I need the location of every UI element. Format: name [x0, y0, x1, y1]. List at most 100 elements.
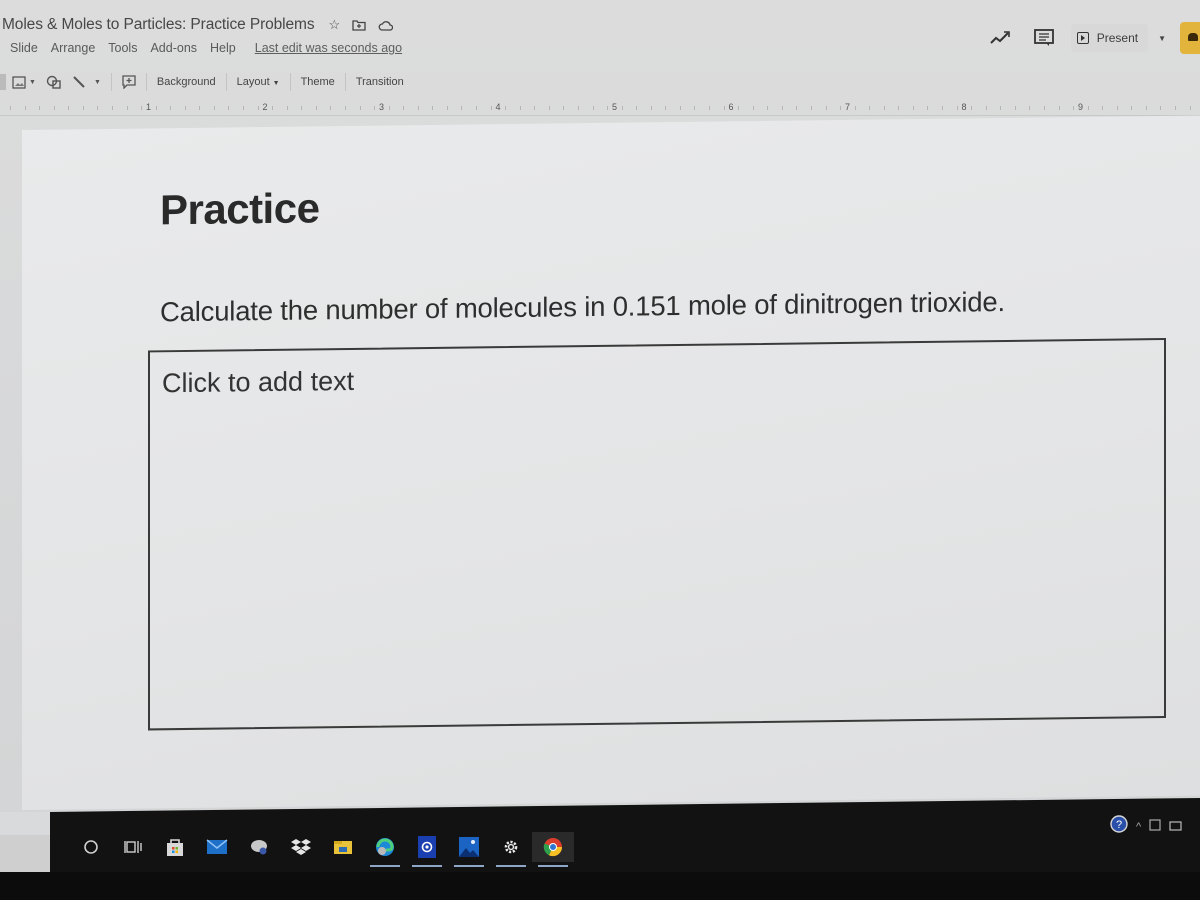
ruler-tick — [592, 106, 594, 110]
present-dropdown-icon[interactable]: ▼ — [1158, 34, 1166, 43]
ruler-number: 7 — [845, 102, 851, 112]
image-dropdown-icon[interactable]: ▼ — [29, 79, 36, 86]
app-icon[interactable] — [238, 832, 280, 862]
menu-help[interactable]: Help — [210, 41, 236, 55]
ruler-number: 4 — [495, 102, 501, 112]
ruler-number: 5 — [612, 102, 618, 112]
header-actions: Present ▼ — [989, 22, 1200, 54]
settings-gear-icon[interactable] — [490, 832, 532, 867]
microsoft-store-icon[interactable] — [154, 832, 196, 862]
ruler-tick — [956, 106, 958, 110]
ruler-tick — [82, 106, 84, 110]
edge-icon[interactable] — [364, 832, 406, 867]
toolbar-separator — [145, 73, 147, 91]
line-dropdown-icon[interactable]: ▼ — [94, 79, 101, 86]
toolbar-separator — [344, 73, 346, 91]
toolbar: ▼ ▼ Background Layout ▼ Theme Transition — [0, 70, 404, 94]
ruler-tick — [1131, 106, 1133, 110]
ruler-tick — [68, 106, 70, 110]
svg-text:?: ? — [1116, 819, 1122, 831]
help-icon[interactable]: ? — [1110, 815, 1128, 838]
present-label: Present — [1096, 31, 1139, 45]
ruler-tick — [141, 106, 143, 110]
photos-icon[interactable] — [448, 832, 490, 867]
ruler-tick — [825, 106, 827, 110]
ruler-tick — [374, 106, 376, 110]
ruler-tick — [446, 106, 448, 110]
ruler-tick — [650, 106, 652, 110]
ruler-tick — [854, 106, 856, 110]
present-button[interactable]: Present — [1070, 24, 1149, 52]
toolbar-separator — [289, 73, 291, 91]
ruler-tick — [461, 106, 463, 110]
comments-icon[interactable] — [1033, 28, 1055, 48]
background-button[interactable]: Background — [157, 76, 216, 88]
ruler-tick — [1116, 106, 1118, 110]
ruler-tick — [898, 106, 900, 110]
ruler-tick — [883, 106, 885, 110]
ruler-tick — [723, 106, 725, 110]
ruler-tick — [403, 106, 405, 110]
menu-slide[interactable]: Slide — [10, 41, 38, 55]
ruler-tick — [359, 106, 361, 110]
last-edit-link[interactable]: Last edit was seconds ago — [255, 41, 402, 55]
line-icon[interactable] — [72, 75, 86, 89]
file-explorer-icon[interactable] — [322, 832, 364, 862]
show-hidden-icons-chevron[interactable]: ^ — [1136, 821, 1141, 833]
menu-tools[interactable]: Tools — [108, 41, 137, 55]
layout-button[interactable]: Layout ▼ — [237, 76, 280, 88]
dropbox-icon[interactable] — [280, 832, 322, 862]
ruler-tick — [301, 106, 303, 110]
ruler-tick — [636, 106, 638, 110]
menu-add-ons[interactable]: Add-ons — [150, 41, 197, 55]
ruler-number: 9 — [1078, 102, 1084, 112]
slide-title[interactable]: Practice — [160, 184, 319, 234]
cortana-circle-icon[interactable] — [70, 832, 112, 862]
chrome-icon[interactable] — [532, 832, 574, 867]
battery-icon[interactable] — [1169, 818, 1183, 836]
theme-button[interactable]: Theme — [301, 76, 335, 88]
comment-add-icon[interactable] — [122, 75, 136, 89]
transition-button[interactable]: Transition — [356, 76, 404, 88]
menu-arrange[interactable]: Arrange — [51, 41, 95, 55]
toolbar-left-edge — [0, 74, 6, 90]
ruler-tick — [1073, 106, 1075, 110]
activity-dashboard-icon[interactable] — [989, 29, 1011, 47]
tray-app-icon[interactable] — [1149, 818, 1161, 836]
ruler-tick — [927, 106, 929, 110]
ruler-tick — [111, 106, 113, 110]
document-title[interactable]: Moles & Moles to Particles: Practice Pro… — [2, 16, 315, 34]
answer-text-box[interactable]: Click to add text — [148, 338, 1166, 731]
answer-placeholder: Click to add text — [162, 365, 355, 399]
question-text[interactable]: Calculate the number of molecules in 0.1… — [160, 286, 1005, 328]
ruler-tick — [577, 106, 579, 110]
mail-icon[interactable] — [196, 832, 238, 862]
share-button[interactable] — [1180, 22, 1200, 54]
ruler-tick — [971, 106, 973, 110]
horizontal-ruler[interactable]: 1 2 3 4 5 6 7 8 9 — [0, 100, 1200, 116]
star-icon[interactable]: ☆ — [329, 17, 341, 33]
image-icon[interactable] — [12, 75, 26, 89]
ruler-tick — [432, 106, 434, 110]
camera-icon[interactable] — [406, 832, 448, 867]
ruler-tick — [97, 106, 99, 110]
ruler-tick — [694, 106, 696, 110]
ruler-tick — [1102, 106, 1104, 110]
ruler-tick — [1043, 106, 1045, 110]
ruler-tick — [607, 106, 609, 110]
ruler-tick — [243, 106, 244, 110]
ruler-number: 3 — [379, 102, 385, 112]
ruler-tick — [942, 106, 943, 110]
ruler-number: 8 — [961, 102, 967, 112]
ruler-tick — [213, 106, 215, 110]
ruler-tick — [344, 106, 346, 110]
cloud-saved-icon[interactable] — [378, 20, 394, 31]
ruler-tick — [534, 106, 536, 110]
move-to-folder-icon[interactable] — [352, 19, 366, 31]
menu-bar: Slide Arrange Tools Add-ons Help Last ed… — [10, 41, 402, 55]
shape-icon[interactable] — [46, 75, 62, 90]
ruler-tick — [1145, 106, 1147, 110]
task-view-icon[interactable] — [112, 832, 154, 862]
ruler-tick — [752, 106, 754, 110]
slide-canvas[interactable]: Practice Calculate the number of molecul… — [22, 115, 1200, 810]
